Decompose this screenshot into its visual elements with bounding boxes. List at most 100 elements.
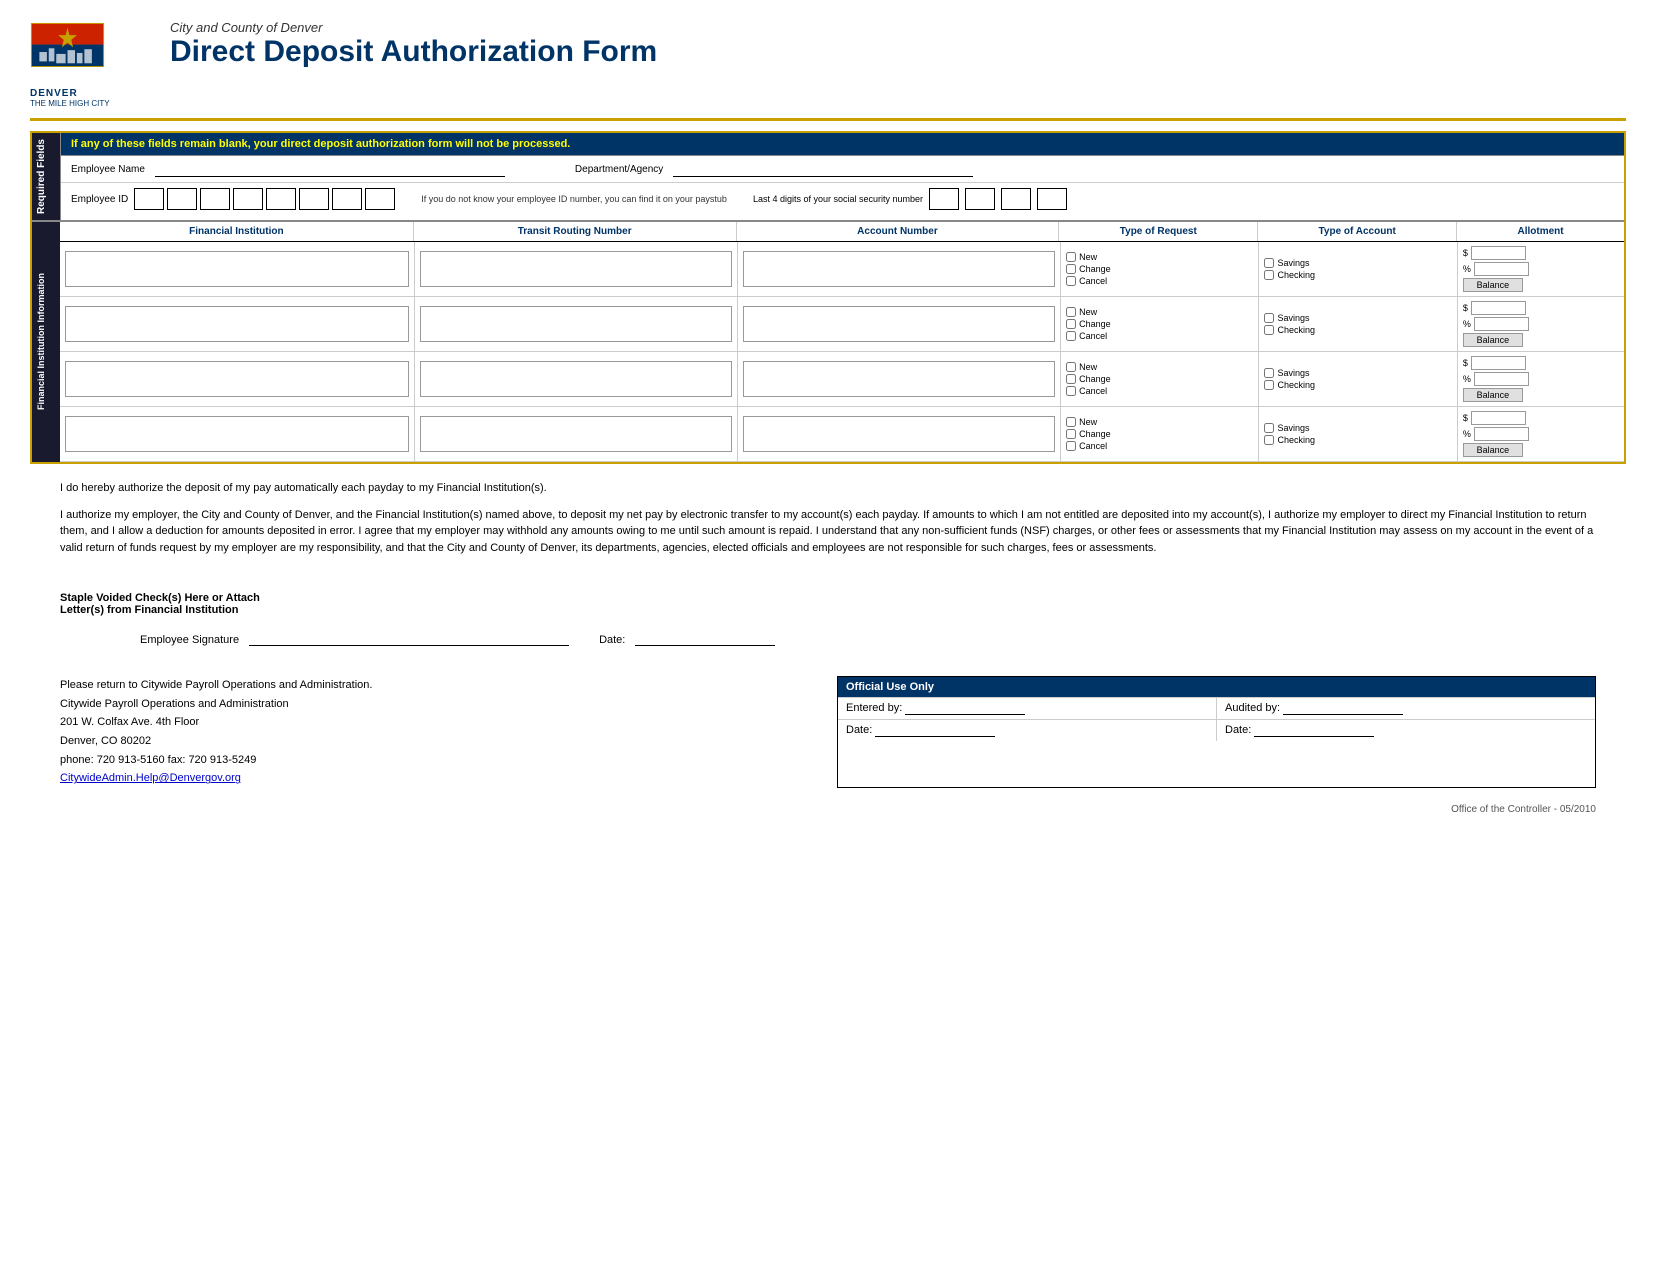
savings-checkbox-4[interactable]: [1264, 423, 1274, 433]
fi-routing-input-1[interactable]: [420, 251, 732, 287]
entered-by-input[interactable]: [905, 703, 1025, 715]
cancel-checkbox-4[interactable]: [1066, 441, 1076, 451]
fi-type-request-4: New Change Cancel: [1061, 407, 1259, 461]
fi-header-row: Financial Institution Transit Routing Nu…: [60, 222, 1624, 242]
id-box-2[interactable]: [167, 188, 197, 210]
ssn-box-3[interactable]: [1001, 188, 1031, 210]
allot-dollar-input-4[interactable]: [1471, 411, 1526, 425]
allot-dollar-input-3[interactable]: [1471, 356, 1526, 370]
form-container: Required Fields If any of these fields r…: [30, 131, 1626, 464]
new-checkbox-2[interactable]: [1066, 307, 1076, 317]
balance-btn-1: Balance: [1463, 278, 1523, 292]
fi-account-input-4[interactable]: [743, 416, 1055, 452]
change-checkbox-4[interactable]: [1066, 429, 1076, 439]
fi-account-3: [738, 352, 1061, 406]
audited-by-input[interactable]: [1283, 703, 1403, 715]
savings-checkbox-3[interactable]: [1264, 368, 1274, 378]
employee-id-note: If you do not know your employee ID numb…: [421, 194, 727, 204]
fi-institution-input-3[interactable]: [65, 361, 409, 397]
department-input[interactable]: [673, 161, 973, 177]
checking-label-1: Checking: [1277, 270, 1315, 280]
fi-routing-input-4[interactable]: [420, 416, 732, 452]
official-date-input-1[interactable]: [875, 725, 995, 737]
allot-percent-input-3[interactable]: [1474, 372, 1529, 386]
checking-checkbox-2[interactable]: [1264, 325, 1274, 335]
fi-account-input-2[interactable]: [743, 306, 1055, 342]
ssn-box-2[interactable]: [965, 188, 995, 210]
change-checkbox-2[interactable]: [1066, 319, 1076, 329]
fi-routing-input-3[interactable]: [420, 361, 732, 397]
allot-dollar-input-2[interactable]: [1471, 301, 1526, 315]
date-cell-2: Date:: [1217, 720, 1595, 741]
allot-percent-input-1[interactable]: [1474, 262, 1529, 276]
fi-institution-input-2[interactable]: [65, 306, 409, 342]
allot-dollar-row-1: $: [1463, 246, 1619, 260]
fi-header-institution: Financial Institution: [60, 222, 414, 241]
allot-dollar-input-1[interactable]: [1471, 246, 1526, 260]
new-checkbox-row-1: New: [1066, 252, 1253, 262]
cancel-checkbox-1[interactable]: [1066, 276, 1076, 286]
return-line4: Denver, CO 80202: [60, 732, 817, 751]
allot-percent-input-2[interactable]: [1474, 317, 1529, 331]
ssn-box-1[interactable]: [929, 188, 959, 210]
allot-balance-row-1: Balance: [1463, 278, 1619, 292]
fi-institution-4: [60, 407, 415, 461]
return-address: Please return to Citywide Payroll Operat…: [60, 676, 817, 788]
id-box-8[interactable]: [365, 188, 395, 210]
fi-routing-input-2[interactable]: [420, 306, 732, 342]
bottom-section: Please return to Citywide Payroll Operat…: [30, 666, 1626, 798]
entered-by-label: Entered by:: [846, 702, 902, 714]
fi-type-account-4: Savings Checking: [1259, 407, 1457, 461]
savings-checkbox-2[interactable]: [1264, 313, 1274, 323]
footer-text: Office of the Controller - 05/2010: [1451, 804, 1596, 815]
fi-content: Financial Institution Transit Routing Nu…: [60, 222, 1624, 462]
fi-account-input-1[interactable]: [743, 251, 1055, 287]
id-box-5[interactable]: [266, 188, 296, 210]
new-checkbox-4[interactable]: [1066, 417, 1076, 427]
id-box-7[interactable]: [332, 188, 362, 210]
official-date-input-2[interactable]: [1254, 725, 1374, 737]
fi-type-request-1: New Change Cancel: [1061, 242, 1259, 296]
date-label: Date:: [599, 634, 625, 646]
fi-allotment-1: $ % Balance: [1458, 242, 1624, 296]
id-box-6[interactable]: [299, 188, 329, 210]
official-row-2: Date: Date:: [838, 719, 1595, 741]
id-box-3[interactable]: [200, 188, 230, 210]
checking-checkbox-4[interactable]: [1264, 435, 1274, 445]
id-box-4[interactable]: [233, 188, 263, 210]
fi-institution-input-1[interactable]: [65, 251, 409, 287]
entered-by-cell: Entered by:: [838, 698, 1217, 719]
change-checkbox-3[interactable]: [1066, 374, 1076, 384]
email-link[interactable]: CitywideAdmin.Help@Denvergov.org: [60, 772, 241, 784]
fi-header-allotment: Allotment: [1457, 222, 1624, 241]
return-line1: Please return to Citywide Payroll Operat…: [60, 676, 817, 695]
fi-institution-1: [60, 242, 415, 296]
ssn-box-4[interactable]: [1037, 188, 1067, 210]
fi-row-2: New Change Cancel Savings Checking $ % B…: [60, 297, 1624, 352]
employee-signature-label: Employee Signature: [140, 634, 239, 646]
required-fields-content: If any of these fields remain blank, you…: [60, 133, 1624, 220]
employee-name-input[interactable]: [155, 161, 505, 177]
checking-checkbox-3[interactable]: [1264, 380, 1274, 390]
new-checkbox-1[interactable]: [1066, 252, 1076, 262]
fi-allotment-2: $ % Balance: [1458, 297, 1624, 351]
official-date-label-2: Date:: [1225, 724, 1251, 736]
cancel-checkbox-3[interactable]: [1066, 386, 1076, 396]
official-use-header: Official Use Only: [838, 677, 1595, 697]
logo-area: DENVER THE MILE HIGH CITY: [30, 20, 150, 108]
fi-type-request-3: New Change Cancel: [1061, 352, 1259, 406]
audited-by-cell: Audited by:: [1217, 698, 1595, 719]
checking-checkbox-1[interactable]: [1264, 270, 1274, 280]
cancel-checkbox-2[interactable]: [1066, 331, 1076, 341]
denver-label: DENVER: [30, 88, 150, 99]
fi-institution-input-4[interactable]: [65, 416, 409, 452]
title-subtitle: City and County of Denver: [170, 20, 657, 35]
new-checkbox-3[interactable]: [1066, 362, 1076, 372]
fi-account-input-3[interactable]: [743, 361, 1055, 397]
allot-percent-input-4[interactable]: [1474, 427, 1529, 441]
audited-by-label: Audited by:: [1225, 702, 1280, 714]
fi-routing-4: [415, 407, 738, 461]
change-checkbox-1[interactable]: [1066, 264, 1076, 274]
id-box-1[interactable]: [134, 188, 164, 210]
savings-checkbox-1[interactable]: [1264, 258, 1274, 268]
